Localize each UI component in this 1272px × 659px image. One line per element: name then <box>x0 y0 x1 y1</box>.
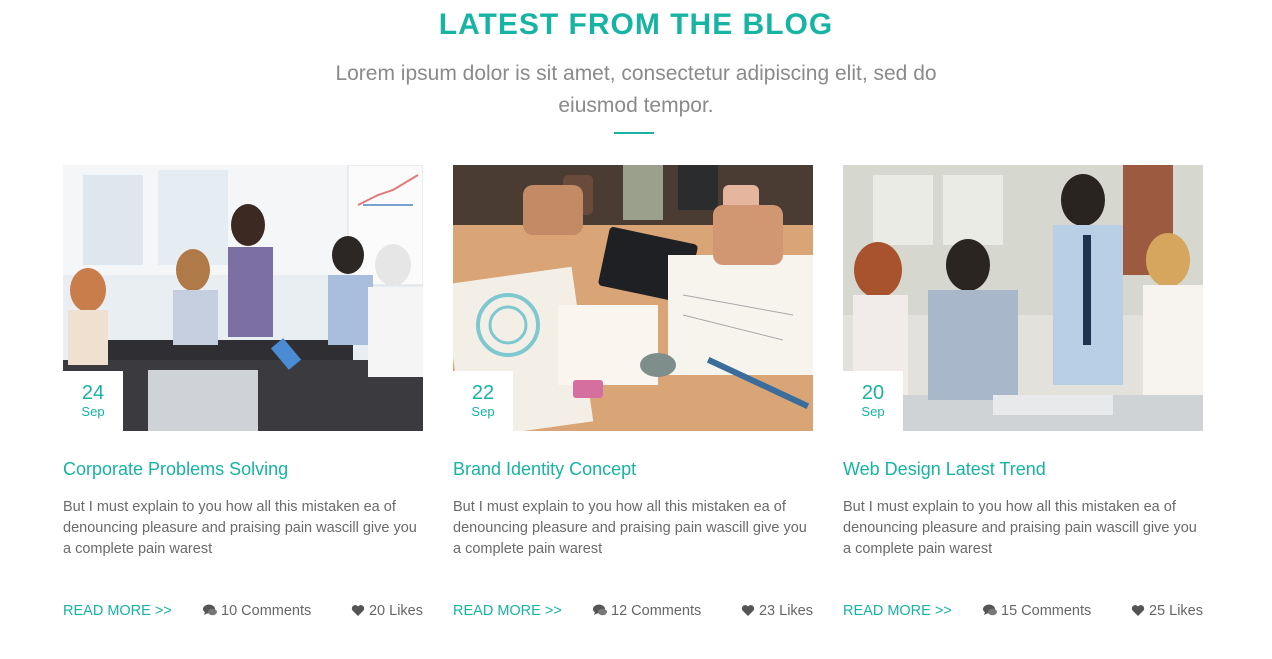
comments-count[interactable]: 15 Comments <box>983 601 1091 621</box>
comments-icon <box>983 604 997 616</box>
blog-card: 22 Sep Brand Identity Concept But I must… <box>453 165 813 635</box>
read-more-link[interactable]: READ MORE >> <box>453 601 562 621</box>
comments-count[interactable]: 12 Comments <box>593 601 701 621</box>
post-title-link[interactable]: Corporate Problems Solving <box>63 457 423 481</box>
likes-label: 23 Likes <box>758 603 813 619</box>
blog-card: 20 Sep Web Design Latest Trend But I mus… <box>843 165 1203 635</box>
comments-icon <box>593 604 607 616</box>
comments-icon <box>203 604 217 616</box>
heart-icon <box>1131 605 1145 616</box>
comments-label: 10 Comments <box>221 603 312 619</box>
heart-icon <box>741 605 755 616</box>
read-more-link[interactable]: READ MORE >> <box>63 601 172 621</box>
comments-label: 15 Comments <box>1001 603 1092 619</box>
likes-label: 20 Likes <box>368 603 423 619</box>
post-date-day: 24 <box>81 382 105 404</box>
post-date-month: Sep <box>471 404 495 419</box>
post-meta: READ MORE >> 15 Comments 25 Likes <box>843 601 1203 621</box>
heart-icon <box>351 605 365 616</box>
comments-count[interactable]: 10 Comments <box>203 601 311 621</box>
post-excerpt: But I must explain to you how all this m… <box>453 499 807 557</box>
post-date-month: Sep <box>861 404 885 419</box>
post-meta: READ MORE >> 12 Comments 23 Likes <box>453 601 813 621</box>
section-title: LATEST FROM THE BLOG <box>438 8 834 41</box>
comments-label: 12 Comments <box>611 603 702 619</box>
section-subtitle: Lorem ipsum dolor is sit amet, consectet… <box>335 62 937 117</box>
post-date-month: Sep <box>81 404 105 419</box>
post-date-badge: 20 Sep <box>843 371 903 431</box>
title-divider <box>614 132 654 134</box>
post-excerpt: But I must explain to you how all this m… <box>843 499 1197 557</box>
likes-count[interactable]: 23 Likes <box>741 601 813 621</box>
read-more-link[interactable]: READ MORE >> <box>843 601 952 621</box>
blog-card: 24 Sep Corporate Problems Solving But I … <box>63 165 423 635</box>
likes-count[interactable]: 20 Likes <box>351 601 423 621</box>
post-title-link[interactable]: Brand Identity Concept <box>453 457 813 481</box>
post-excerpt: But I must explain to you how all this m… <box>63 499 417 557</box>
post-meta: READ MORE >> 10 Comments 20 Likes <box>63 601 423 621</box>
post-title-link[interactable]: Web Design Latest Trend <box>843 457 1203 481</box>
likes-label: 25 Likes <box>1148 603 1203 619</box>
post-date-badge: 22 Sep <box>453 371 513 431</box>
likes-count[interactable]: 25 Likes <box>1131 601 1203 621</box>
post-date-badge: 24 Sep <box>63 371 123 431</box>
post-date-day: 22 <box>471 382 495 404</box>
post-date-day: 20 <box>861 382 885 404</box>
